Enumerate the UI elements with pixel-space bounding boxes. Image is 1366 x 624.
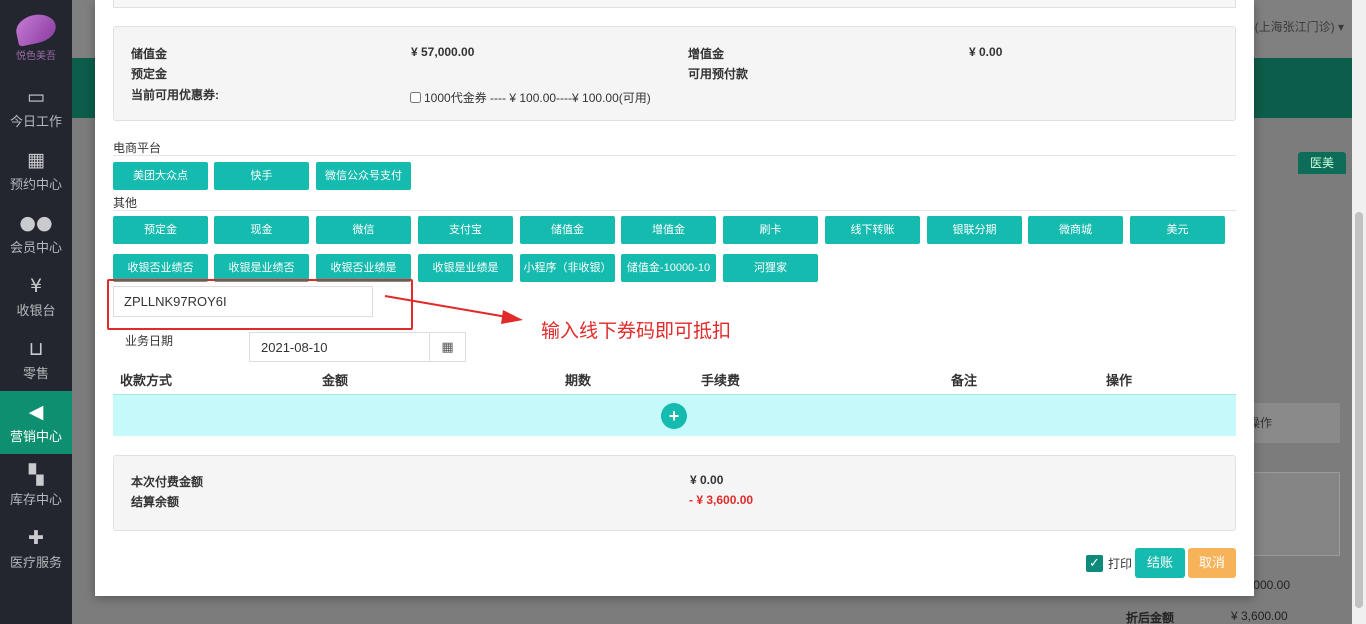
annotation-arrow-icon <box>384 295 523 324</box>
pay-stored-value-10000-button[interactable]: 储值金-10000-10 <box>621 254 716 282</box>
modal-top-box <box>113 0 1236 8</box>
balance-label: 结算余额 <box>131 495 180 509</box>
pay-wechat-button[interactable]: 微信 <box>316 216 411 244</box>
sidebar-item-label: 营销中心 <box>9 428 62 444</box>
pay-option-button[interactable]: 收银否业绩是 <box>316 254 411 282</box>
sidebar-item-label: 今日工作 <box>9 113 62 129</box>
sidebar-item-label: 会员中心 <box>9 239 62 255</box>
print-label: 打印 <box>1108 557 1133 571</box>
other-section-title: 其他 <box>113 196 138 210</box>
prepay-label: 可用预付款 <box>688 67 749 81</box>
print-checkbox[interactable]: ✓ <box>1086 555 1103 572</box>
sidebar-item-label: 零售 <box>22 365 49 381</box>
sidebar-item-inventory[interactable]: ▚ 库存中心 <box>0 454 72 517</box>
column-header-periods: 期数 <box>565 373 592 388</box>
settle-button[interactable]: 结账 <box>1135 548 1185 578</box>
users-icon: ●● <box>19 211 53 234</box>
sidebar-item-label: 库存中心 <box>9 491 62 507</box>
summary-box: 本次付费金额 ¥ 0.00 结算余额 - ¥ 3,600.00 <box>113 455 1236 531</box>
divider <box>113 210 1236 211</box>
sidebar-item-label: 预约中心 <box>9 176 62 192</box>
pay-unionpay-installment-button[interactable]: 银联分期 <box>927 216 1022 244</box>
business-date-input[interactable] <box>249 332 430 362</box>
bonus-value-label: 增值金 <box>688 47 725 61</box>
pay-deposit-button[interactable]: 预定金 <box>113 216 208 244</box>
stored-value-label: 储值金 <box>131 47 168 61</box>
add-payment-row: + <box>113 394 1236 436</box>
sidebar: 悦色美吾 ▭ 今日工作 ▦ 预约中心 ●● 会员中心 ¥ 收银台 ⊔ 零售 ◀ … <box>0 0 72 624</box>
coupon-label: 当前可用优惠券: <box>131 88 219 102</box>
scrollbar-thumb[interactable] <box>1355 212 1363 608</box>
pay-alipay-button[interactable]: 支付宝 <box>418 216 513 244</box>
laptop-icon: ▭ <box>27 85 45 108</box>
business-date-label: 业务日期 <box>125 334 174 348</box>
stored-value-amount: ¥ 57,000.00 <box>411 45 475 59</box>
bonus-value-amount: ¥ 0.00 <box>969 45 1003 59</box>
column-header-amount: 金额 <box>322 373 349 388</box>
cart-icon: ⊔ <box>28 337 44 360</box>
pay-miniprogram-button[interactable]: 小程序（非收银） <box>520 254 615 282</box>
balance-value: - ¥ 3,600.00 <box>689 493 754 507</box>
pay-card-button[interactable]: 刷卡 <box>723 216 818 244</box>
calendar-icon: ▦ <box>27 148 45 171</box>
pay-meituan-button[interactable]: 美团大众点 <box>113 162 208 190</box>
sidebar-item-today-work[interactable]: ▭ 今日工作 <box>0 76 72 139</box>
sidebar-item-members[interactable]: ●● 会员中心 <box>0 202 72 265</box>
pay-option-button[interactable]: 收银是业绩是 <box>418 254 513 282</box>
column-header-method: 收款方式 <box>120 373 173 388</box>
checkout-modal: 储值金 ¥ 57,000.00 增值金 ¥ 0.00 预定金 可用预付款 当前可… <box>95 0 1254 596</box>
balance-info-box: 储值金 ¥ 57,000.00 增值金 ¥ 0.00 预定金 可用预付款 当前可… <box>113 26 1236 121</box>
background-tag: 医美 <box>1298 152 1346 174</box>
divider <box>113 155 1236 156</box>
pay-bonus-value-button[interactable]: 增值金 <box>621 216 716 244</box>
print-option[interactable]: ✓ 打印 <box>1086 555 1132 572</box>
sidebar-item-medical[interactable]: ✚ 医疗服务 <box>0 517 72 580</box>
pay-wechat-official-button[interactable]: 微信公众号支付 <box>316 162 411 190</box>
pay-micro-mall-button[interactable]: 微商城 <box>1028 216 1123 244</box>
page-scrollbar[interactable] <box>1352 0 1366 624</box>
pay-stored-value-button[interactable]: 储值金 <box>520 216 615 244</box>
paid-amount-value: ¥ 0.00 <box>690 473 724 487</box>
pay-cash-button[interactable]: 现金 <box>214 216 309 244</box>
cancel-button[interactable]: 取消 <box>1188 548 1236 578</box>
coupon-option[interactable]: 1000代金券 ---- ¥ 100.00----¥ 100.00(可用) <box>410 89 651 106</box>
coupon-checkbox[interactable] <box>410 92 421 103</box>
grid-icon: ▚ <box>28 463 44 486</box>
yen-icon: ¥ <box>29 274 43 297</box>
paid-amount-label: 本次付费金额 <box>131 475 204 489</box>
pay-helijia-button[interactable]: 河狸家 <box>723 254 818 282</box>
medkit-icon: ✚ <box>28 526 44 549</box>
sidebar-item-label: 收银台 <box>16 302 56 318</box>
pay-option-button[interactable]: 收银是业绩否 <box>214 254 309 282</box>
sidebar-item-label: 医疗服务 <box>9 554 62 570</box>
pay-offline-transfer-button[interactable]: 线下转账 <box>825 216 920 244</box>
add-payment-button[interactable]: + <box>661 403 687 429</box>
annotation-highlight-box <box>107 279 413 330</box>
pay-usd-button[interactable]: 美元 <box>1130 216 1225 244</box>
sidebar-item-marketing[interactable]: ◀ 营销中心 <box>0 391 72 454</box>
annotation-text: 输入线下券码即可抵扣 <box>541 321 732 342</box>
calendar-icon[interactable]: ▦ <box>429 332 466 362</box>
logo-mark-icon <box>13 10 59 47</box>
ecommerce-section-title: 电商平台 <box>113 141 162 155</box>
pay-option-button[interactable]: 收银否业绩否 <box>113 254 208 282</box>
logo: 悦色美吾 <box>0 0 72 76</box>
background-final-value: ¥ 3,600.00 <box>1231 609 1288 623</box>
column-header-remark: 备注 <box>951 373 978 388</box>
megaphone-icon: ◀ <box>28 400 44 423</box>
logo-text: 悦色美吾 <box>16 50 56 62</box>
sidebar-item-appointments[interactable]: ▦ 预约中心 <box>0 139 72 202</box>
column-header-action: 操作 <box>1106 373 1133 388</box>
coupon-option-text: 1000代金券 ---- ¥ 100.00----¥ 100.00(可用) <box>424 91 651 105</box>
sidebar-item-retail[interactable]: ⊔ 零售 <box>0 328 72 391</box>
background-amount: 000.00 <box>1253 578 1290 592</box>
background-final-label: 折后金额 <box>1126 611 1175 624</box>
column-header-fee: 手续费 <box>701 373 741 388</box>
store-selector: 0 (上海张江门诊) ▾ <box>1244 20 1344 34</box>
pay-kuaishou-button[interactable]: 快手 <box>214 162 309 190</box>
sidebar-item-cashier[interactable]: ¥ 收银台 <box>0 265 72 328</box>
deposit-label: 预定金 <box>131 67 168 81</box>
